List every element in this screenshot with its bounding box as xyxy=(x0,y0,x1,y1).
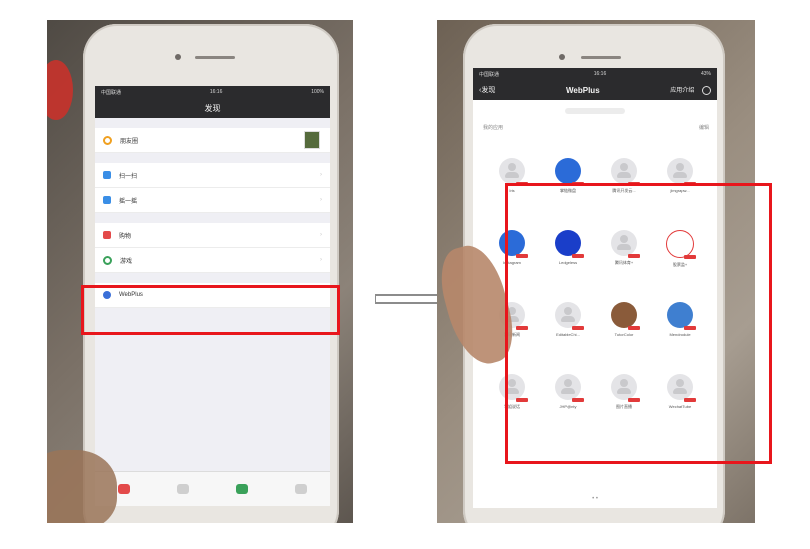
carrier-label: 中国联通 xyxy=(479,71,500,78)
page-title: WebPlus xyxy=(566,85,600,95)
left-phone-body: 中国联通 16:16 100% 发现 朋友圈 扫一扫 › 摇一摇 › 购物 › … xyxy=(83,24,339,523)
app-intro-label: 应用介绍 xyxy=(670,88,695,95)
time-label: 16:16 xyxy=(209,89,223,95)
carrier-label: 中国联通 xyxy=(101,89,122,96)
chevron-right-icon: › xyxy=(320,257,322,263)
app-icon xyxy=(667,158,696,186)
group-scan: 扫一扫 › 摇一摇 › xyxy=(95,163,330,213)
page-title: 发现 xyxy=(204,103,221,113)
left-phone-photo: 中国联通 16:16 100% 发现 朋友圈 扫一扫 › 摇一摇 › 购物 › … xyxy=(47,20,353,523)
shake-icon xyxy=(103,196,111,204)
app-icon xyxy=(555,158,584,186)
status-bar: 中国联通 16:16 43% xyxy=(473,68,717,80)
group-shopping: 购物 › 游戏 › xyxy=(95,223,330,273)
earpiece xyxy=(195,56,235,59)
info-icon xyxy=(701,85,711,95)
earpiece xyxy=(581,56,621,59)
shopping-icon xyxy=(103,231,111,239)
person-body xyxy=(673,172,687,178)
battery-label: 100% xyxy=(311,89,324,95)
discover-item-shake[interactable]: 摇一摇 › xyxy=(95,188,330,213)
webplus-highlight-box xyxy=(81,285,340,335)
back-label: 发现 xyxy=(481,87,496,94)
bottom-tab-bar xyxy=(95,471,330,506)
person-icon xyxy=(620,163,628,171)
section-header: 我的应用 编辑 xyxy=(473,114,717,135)
person-icon xyxy=(676,163,684,171)
discover-item-games[interactable]: 游戏 › xyxy=(95,248,330,273)
tab-me-icon[interactable] xyxy=(294,484,307,494)
scan-icon xyxy=(103,171,111,179)
edit-button[interactable]: 编辑 xyxy=(699,124,709,131)
tab-contacts-icon[interactable] xyxy=(177,484,190,494)
time-label: 16:16 xyxy=(593,71,607,77)
apps-highlight-box xyxy=(505,183,772,464)
item-label: 游戏 xyxy=(120,258,133,265)
person-body xyxy=(617,172,631,178)
item-label: 摇一摇 xyxy=(119,198,138,205)
item-label: 扫一扫 xyxy=(119,173,138,180)
nav-bar: ‹发现 WebPlus 应用介绍 xyxy=(473,80,717,100)
item-label: 购物 xyxy=(119,233,132,240)
person-icon xyxy=(508,163,516,171)
section-title: 我的应用 xyxy=(483,125,504,131)
moments-icon xyxy=(103,135,112,145)
nav-bar: 发现 xyxy=(95,98,330,118)
front-camera xyxy=(559,54,565,60)
app-icon xyxy=(499,158,528,186)
app-icon xyxy=(611,158,640,186)
discover-item-shopping[interactable]: 购物 › xyxy=(95,223,330,248)
page-indicator: • • xyxy=(592,496,598,502)
battery-label: 43% xyxy=(700,71,711,77)
back-button[interactable]: ‹发现 xyxy=(479,85,495,95)
app-intro-button[interactable]: 应用介绍 xyxy=(670,85,711,95)
finger xyxy=(47,450,117,523)
tab-chats-icon[interactable] xyxy=(118,484,131,494)
front-camera xyxy=(175,54,181,60)
game-icon xyxy=(103,255,112,265)
item-label: 朋友圈 xyxy=(120,138,139,145)
chevron-right-icon: › xyxy=(320,172,322,178)
discover-item-moments[interactable]: 朋友圈 xyxy=(95,128,330,153)
tab-discover-icon[interactable] xyxy=(235,484,248,494)
avatar xyxy=(304,131,320,149)
chevron-right-icon: › xyxy=(320,232,322,238)
discover-item-scan[interactable]: 扫一扫 › xyxy=(95,163,330,188)
status-bar: 中国联通 16:16 100% xyxy=(95,86,330,98)
background-object xyxy=(47,60,73,120)
chevron-right-icon: › xyxy=(320,197,322,203)
group-moments: 朋友圈 xyxy=(95,128,330,153)
person-body xyxy=(505,172,519,178)
